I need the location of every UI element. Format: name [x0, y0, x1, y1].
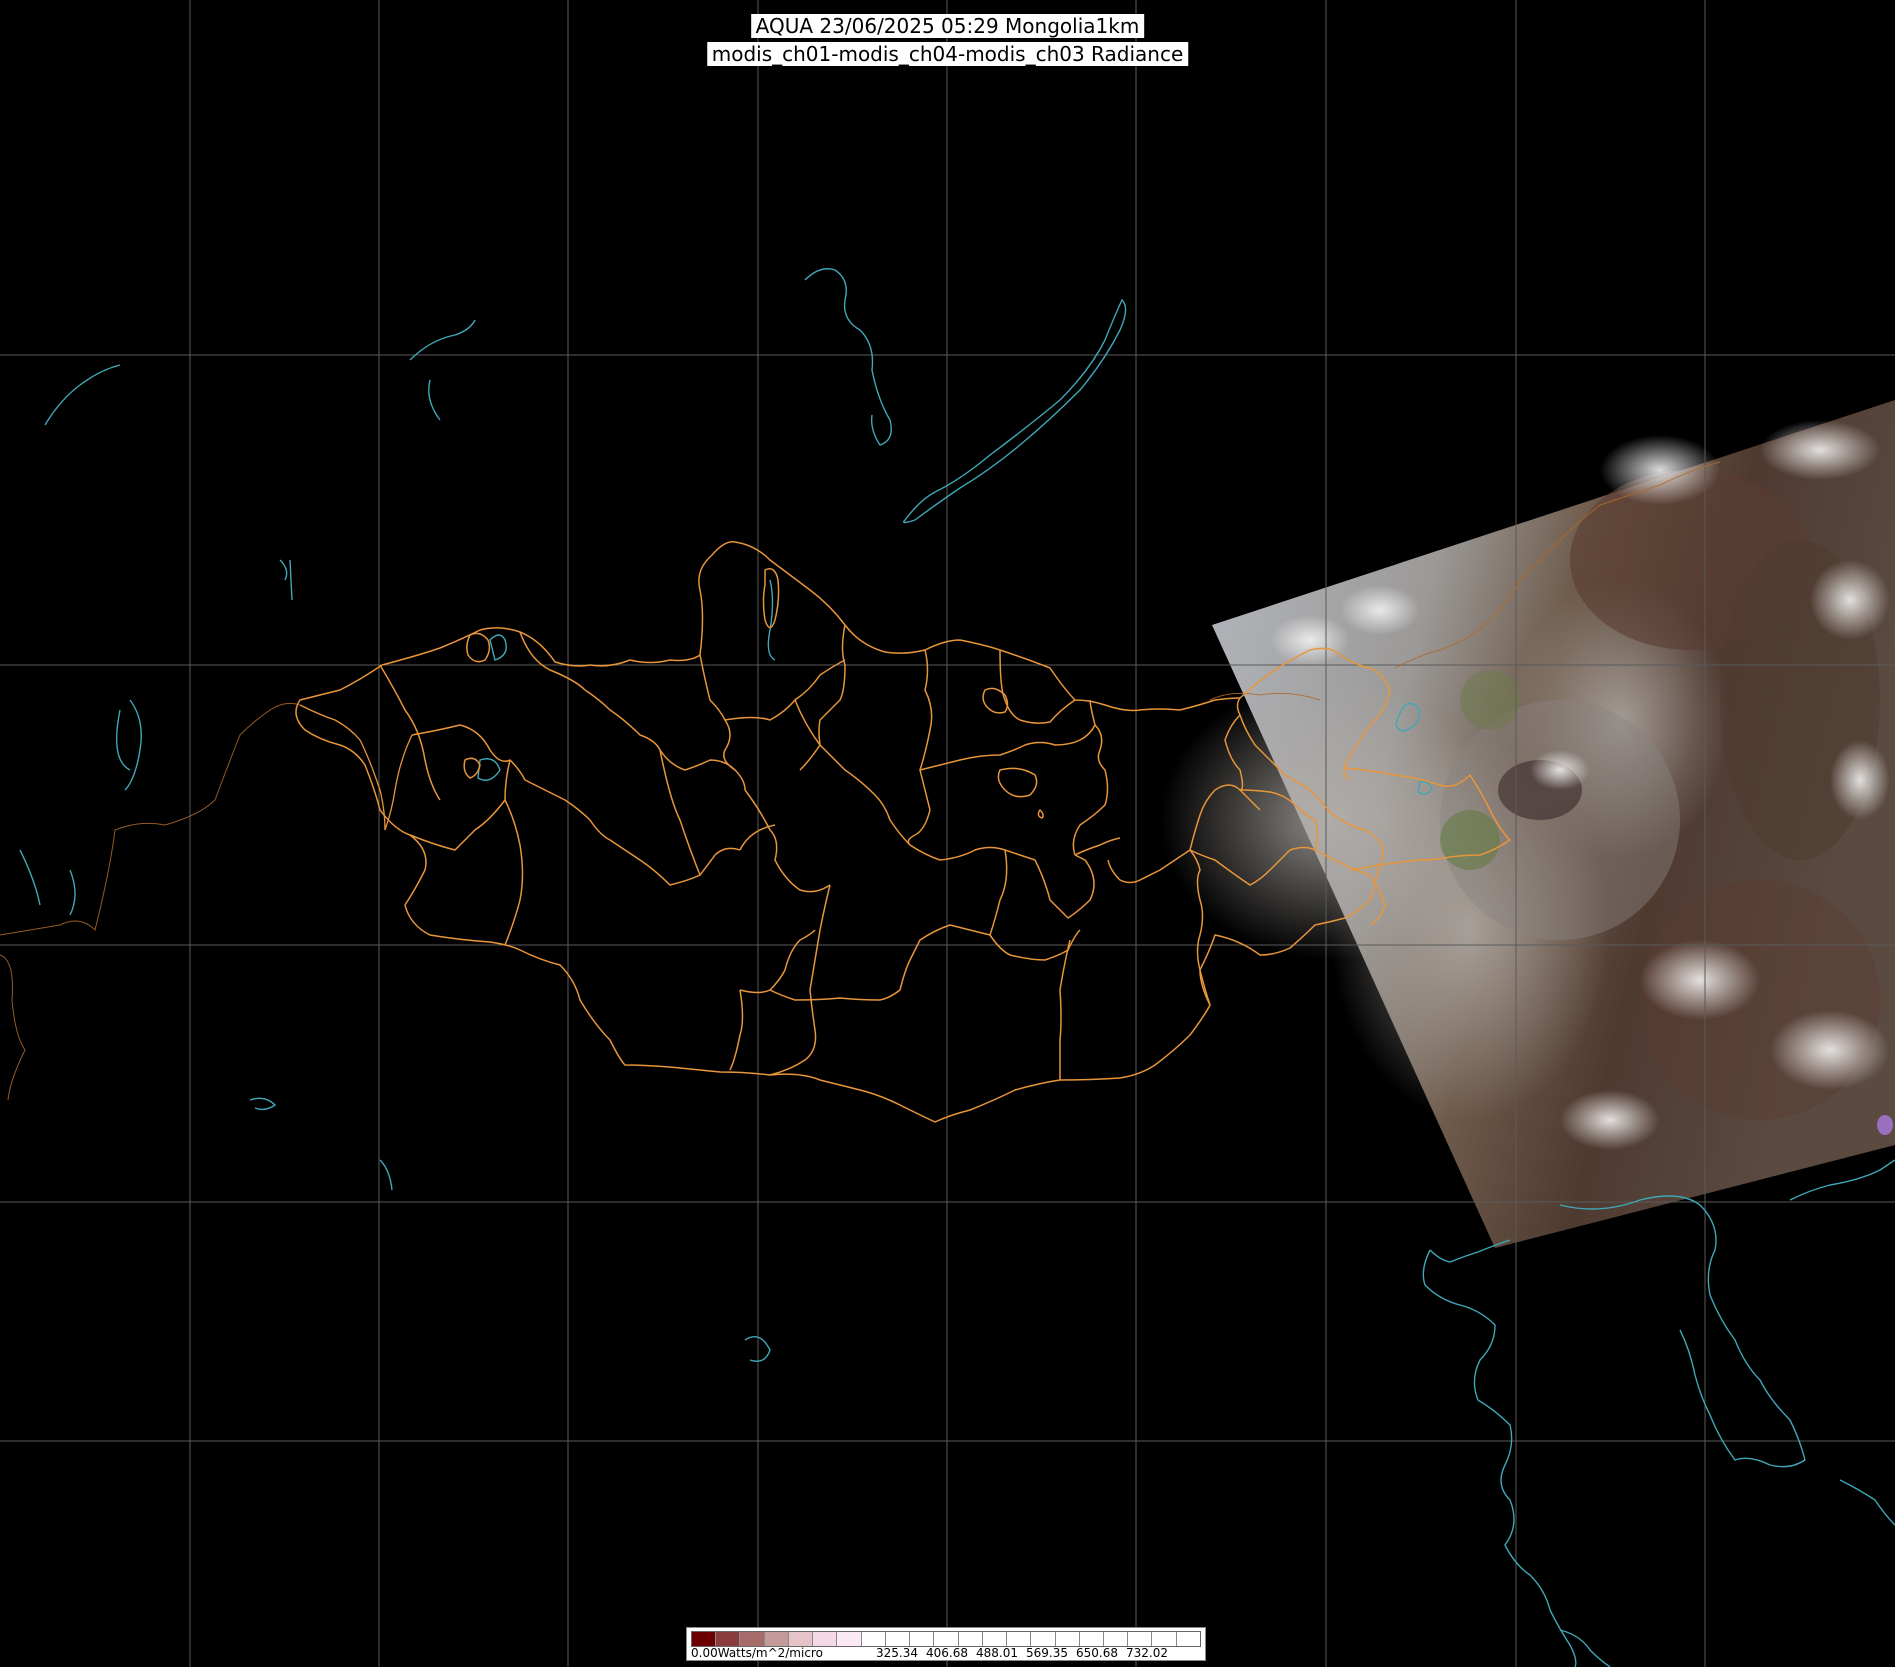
legend-tick-label: 406.68: [926, 1646, 968, 1660]
map-canvas[interactable]: [0, 0, 1895, 1667]
legend-swatch: [1079, 1632, 1104, 1646]
legend-swatch: [861, 1632, 886, 1646]
legend-swatch: [910, 1632, 935, 1646]
legend-swatch: [837, 1632, 862, 1646]
legend-swatch: [813, 1632, 838, 1646]
color-legend: 0.00Watts/m^2/micro 325.34 406.68 488.01…: [686, 1627, 1206, 1661]
map-subtitle: modis_ch01-modis_ch04-modis_ch03 Radianc…: [706, 42, 1189, 66]
legend-tick-label: 569.35: [1026, 1646, 1068, 1660]
legend-swatch: [982, 1632, 1008, 1646]
legend-tick-label: 732.02: [1126, 1646, 1168, 1660]
legend-swatch: [1055, 1632, 1080, 1646]
western-province-lines: [299, 704, 413, 831]
legend-swatch: [1007, 1632, 1032, 1646]
legend-swatch: [1176, 1632, 1200, 1646]
map-title: AQUA 23/06/2025 05:29 Mongolia1km: [750, 14, 1145, 38]
legend-swatches: [691, 1631, 1201, 1647]
legend-swatch: [740, 1632, 765, 1646]
legend-swatch: [692, 1632, 717, 1646]
legend-swatch: [716, 1632, 741, 1646]
legend-tick-label: 488.01: [976, 1646, 1018, 1660]
legend-swatch: [1031, 1632, 1056, 1646]
legend-swatch: [1103, 1632, 1129, 1646]
legend-min-label: 0.00Watts/m^2/micro: [691, 1646, 823, 1660]
legend-swatch: [885, 1632, 911, 1646]
legend-swatch: [764, 1632, 789, 1646]
satellite-swath: [1160, 400, 1895, 1248]
legend-swatch: [788, 1632, 814, 1646]
legend-swatch: [1152, 1632, 1177, 1646]
legend-swatch: [934, 1632, 959, 1646]
legend-swatch: [1128, 1632, 1153, 1646]
legend-tick-label: 650.68: [1076, 1646, 1118, 1660]
legend-tick-label: 325.34: [876, 1646, 918, 1660]
legend-labels: 0.00Watts/m^2/micro 325.34 406.68 488.01…: [691, 1646, 1199, 1660]
legend-swatch: [958, 1632, 983, 1646]
